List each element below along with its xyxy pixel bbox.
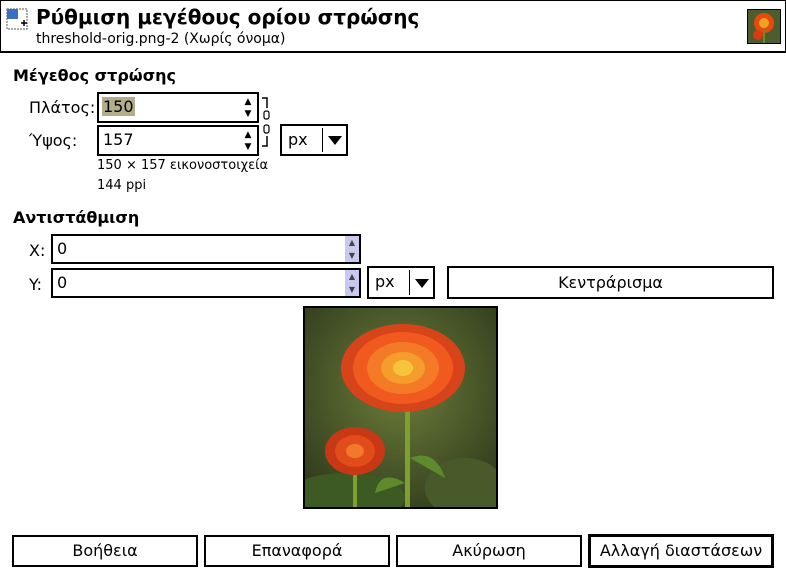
preview-image (305, 308, 496, 507)
offset-unit-value: px (375, 272, 395, 291)
width-stepper[interactable]: ▲ ▼ (243, 96, 253, 120)
offset-section-title: Αντιστάθμιση (13, 208, 140, 227)
cancel-button[interactable]: Ακύρωση (396, 535, 582, 567)
resize-button[interactable]: Αλλαγή διαστάσεων (588, 534, 774, 568)
image-thumbnail (747, 9, 781, 44)
resolution-info: 144 ppi (97, 178, 147, 193)
width-value[interactable]: 150 (102, 97, 135, 116)
width-spinbutton[interactable]: 150 ▲ ▼ (97, 92, 259, 123)
chevron-down-icon (415, 279, 429, 288)
size-unit-select[interactable]: px (280, 124, 348, 156)
offset-y-label: Y: (29, 275, 43, 294)
center-button[interactable]: Κεντράρισμα (447, 266, 774, 299)
offset-x-value[interactable]: 0 (57, 239, 67, 258)
dimensions-info: 150 × 157 εικονοστοιχεία (97, 158, 269, 173)
offset-x-spinbutton[interactable]: 0 ▲ ▼ (51, 234, 361, 264)
size-unit-value: px (288, 130, 308, 149)
resize-canvas-icon (6, 8, 28, 30)
help-button[interactable]: Βοήθεια (12, 535, 198, 567)
reset-button[interactable]: Επαναφορά (204, 535, 390, 567)
offset-y-spinbutton[interactable]: 0 ▲ ▼ (51, 268, 361, 298)
height-label: Ύψος: (29, 131, 78, 150)
height-spinbutton[interactable]: 157 ▲ ▼ (97, 125, 259, 156)
offset-x-stepper[interactable]: ▲ ▼ (345, 236, 359, 262)
dialog-title: Ρύθμιση μεγέθους ορίου στρώσης (36, 5, 420, 29)
height-value[interactable]: 157 (103, 130, 134, 149)
dialog-subtitle: threshold-orig.png-2 (Χωρίς όνομα) (36, 31, 286, 47)
layer-size-section-title: Μέγεθος στρώσης (13, 66, 177, 85)
width-label: Πλάτος: (29, 98, 96, 117)
offset-y-stepper[interactable]: ▲ ▼ (345, 270, 359, 296)
offset-x-label: X: (29, 241, 46, 260)
height-stepper[interactable]: ▲ ▼ (243, 129, 253, 153)
offset-y-value[interactable]: 0 (57, 273, 67, 292)
chain-link-icon[interactable] (260, 96, 274, 148)
offset-unit-select[interactable]: px (367, 266, 435, 299)
preview-area[interactable] (303, 306, 498, 509)
chevron-down-icon (328, 136, 342, 145)
